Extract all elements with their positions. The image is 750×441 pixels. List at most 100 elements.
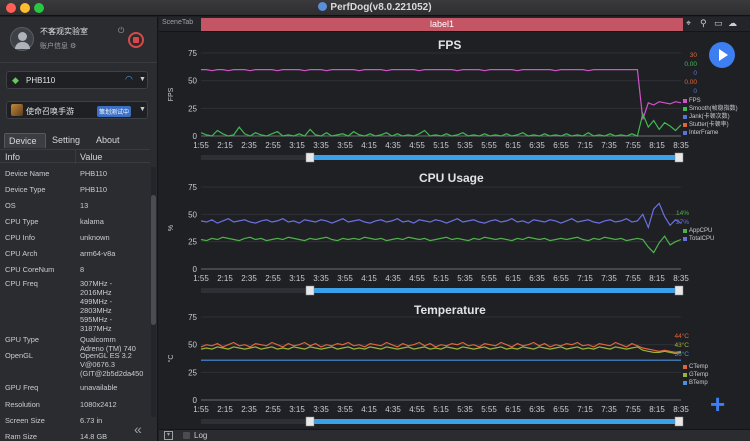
legend-item[interactable]: FPS bbox=[683, 97, 738, 105]
row-key: OpenGL bbox=[5, 351, 33, 360]
account-info-label: 账户信息 bbox=[40, 43, 68, 50]
x-tick-label: 2:35 bbox=[241, 405, 257, 414]
x-tick-label: 1:55 bbox=[193, 405, 209, 414]
logout-icon[interactable]: ⏻ bbox=[118, 26, 124, 36]
y-tick-label: 75 bbox=[188, 313, 197, 322]
x-tick-label: 4:35 bbox=[385, 274, 401, 283]
legend-item[interactable]: Stutter(卡顿率) bbox=[683, 121, 738, 129]
x-tick-label: 8:15 bbox=[649, 405, 665, 414]
x-tick-label: 3:35 bbox=[313, 141, 329, 150]
tab-setting[interactable]: Setting bbox=[48, 133, 88, 148]
label-bar[interactable]: label1 bbox=[201, 18, 683, 31]
y-tick-label: 50 bbox=[188, 341, 197, 350]
user-name: 不客观实验室 bbox=[40, 27, 88, 36]
x-tick-label: 3:15 bbox=[289, 141, 305, 150]
legend-item[interactable]: AppCPU bbox=[683, 227, 714, 235]
legend-swatch bbox=[683, 123, 687, 127]
legend-label: InterFrame bbox=[689, 130, 719, 136]
legend-item[interactable]: TotalCPU bbox=[683, 235, 714, 243]
row-key: Ram Size bbox=[5, 432, 38, 441]
legend-swatch bbox=[683, 229, 687, 233]
x-tick-label: 5:55 bbox=[481, 274, 497, 283]
account-info-link[interactable]: 账户信息 ⚙ bbox=[40, 41, 76, 51]
legend-item[interactable]: Jank(卡顿次数) bbox=[683, 113, 738, 121]
legend-label: AppCPU bbox=[689, 228, 713, 234]
column-header-value: Value bbox=[80, 152, 103, 162]
x-tick-label: 2:15 bbox=[217, 405, 233, 414]
range-slider-right-handle bbox=[674, 152, 684, 163]
x-tick-label: 3:35 bbox=[313, 405, 329, 414]
app-selector[interactable]: 使命召唤手游 策划测试中 ▼ bbox=[6, 101, 148, 119]
legend-swatch bbox=[683, 381, 687, 385]
row-key: CPU Type bbox=[5, 217, 39, 226]
legend-label: Stutter(卡顿率) bbox=[689, 122, 729, 128]
range-slider-left-handle bbox=[305, 416, 315, 427]
row-value: 6.73 in bbox=[80, 416, 103, 425]
x-tick-label: 2:35 bbox=[241, 141, 257, 150]
legend-item[interactable]: InterFrame bbox=[683, 129, 738, 137]
x-tick-label: 1:55 bbox=[193, 141, 209, 150]
device-selector-label: PHB110 bbox=[26, 76, 56, 85]
app-selector-label: 使命召唤手游 bbox=[26, 107, 74, 116]
series-line bbox=[201, 68, 682, 120]
legend-item[interactable]: CTemp bbox=[683, 363, 708, 371]
location-icon[interactable]: ⌖ bbox=[686, 18, 691, 29]
avatar[interactable] bbox=[10, 27, 34, 51]
log-checkbox[interactable] bbox=[183, 432, 190, 439]
x-tick-label: 8:35 bbox=[673, 274, 689, 283]
x-tick-label: 8:35 bbox=[673, 141, 689, 150]
temp-chart-title: Temperature bbox=[414, 303, 486, 317]
legend-label: CTemp bbox=[689, 364, 709, 370]
collapse-panel-icon[interactable]: « bbox=[134, 421, 142, 437]
app-tag-badge: 策划测试中 bbox=[97, 106, 132, 117]
y-axis-label: FPS bbox=[168, 87, 175, 101]
range-slider-selection bbox=[309, 155, 681, 160]
tab-about[interactable]: About bbox=[92, 133, 128, 148]
legend-label: Smooth(帧稳指数) bbox=[689, 106, 738, 112]
legend-item[interactable]: GTemp bbox=[683, 371, 708, 379]
fps-current-value: 30 bbox=[689, 52, 697, 59]
row-key: CPU Freq bbox=[5, 279, 38, 288]
x-tick-label: 3:55 bbox=[337, 274, 353, 283]
legend-item[interactable]: Smooth(帧稳指数) bbox=[683, 105, 738, 113]
row-value: 13 bbox=[80, 201, 89, 210]
y-tick-label: 75 bbox=[188, 49, 197, 58]
legend-label: BTemp bbox=[689, 380, 708, 386]
chevron-down-icon: ▼ bbox=[139, 106, 146, 113]
row-key: Device Name bbox=[5, 169, 50, 178]
tab-device[interactable]: Device bbox=[4, 133, 46, 148]
x-tick-label: 6:35 bbox=[529, 141, 545, 150]
x-tick-label: 7:15 bbox=[577, 274, 593, 283]
pin-icon[interactable]: ⚲ bbox=[700, 18, 707, 29]
x-tick-label: 6:55 bbox=[553, 274, 569, 283]
x-tick-label: 5:15 bbox=[433, 141, 449, 150]
charts-area: 0 25 50 75 FPS 1:55 2:15 2:35 2:55 3:15 3:35 3:55 4:… bbox=[159, 33, 750, 428]
x-tick-label: 4:55 bbox=[409, 141, 425, 150]
x-tick-label: 8:15 bbox=[649, 274, 665, 283]
y-tick-label: 25 bbox=[188, 368, 197, 377]
x-tick-label: 7:35 bbox=[601, 274, 617, 283]
expand-log-icon[interactable]: ▾ bbox=[164, 431, 173, 440]
cloud-icon[interactable]: ☁ bbox=[728, 18, 737, 29]
folder-icon[interactable]: ▭ bbox=[714, 18, 723, 29]
x-tick-label: 2:55 bbox=[265, 405, 281, 414]
x-tick-label: 7:55 bbox=[625, 405, 641, 414]
record-button[interactable] bbox=[128, 32, 144, 48]
row-key: OS bbox=[5, 201, 16, 210]
y-axis-label: °C bbox=[167, 355, 175, 363]
legend-label: TotalCPU bbox=[689, 236, 715, 242]
x-tick-label: 7:55 bbox=[625, 274, 641, 283]
device-selector[interactable]: ◆ PHB110 ◠ ▼ bbox=[6, 71, 148, 89]
x-tick-label: 7:55 bbox=[625, 141, 641, 150]
legend-item[interactable]: BTemp bbox=[683, 379, 708, 387]
x-tick-label: 3:35 bbox=[313, 274, 329, 283]
log-bar: ▾ Log bbox=[159, 429, 750, 441]
row-key: CPU Arch bbox=[5, 249, 38, 258]
add-chart-button[interactable]: + bbox=[710, 389, 725, 420]
row-key: GPU Type bbox=[5, 335, 39, 344]
start-test-button[interactable] bbox=[709, 42, 735, 68]
scrollbar-thumb[interactable] bbox=[151, 195, 156, 325]
x-tick-label: 7:15 bbox=[577, 405, 593, 414]
row-key: CPU Info bbox=[5, 233, 35, 242]
row-key: CPU CoreNum bbox=[5, 265, 55, 274]
